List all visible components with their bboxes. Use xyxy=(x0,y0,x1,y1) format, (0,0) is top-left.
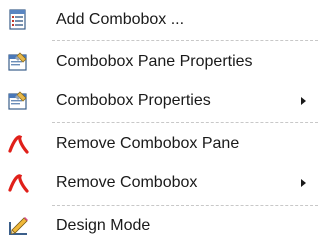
menu-item-label: Design Mode xyxy=(56,217,151,234)
menu-item-combobox-pane-properties[interactable]: Combobox Pane Properties xyxy=(0,45,321,79)
menu-item-remove-combobox[interactable]: Remove Combobox xyxy=(0,166,321,200)
menu-item-combobox-properties[interactable]: Combobox Properties xyxy=(0,84,321,118)
submenu-arrow-icon xyxy=(301,97,306,105)
remove-icon xyxy=(6,171,30,195)
menu-item-remove-combobox-pane[interactable]: Remove Combobox Pane xyxy=(0,127,321,161)
menu-separator xyxy=(52,40,318,41)
menu-item-label: Remove Combobox xyxy=(56,174,198,191)
add-combobox-icon xyxy=(6,8,30,32)
menu-item-label: Remove Combobox Pane xyxy=(56,135,240,152)
properties-icon xyxy=(6,89,30,113)
menu-item-label: Add Combobox ... xyxy=(56,11,185,28)
menu-item-label: Combobox Properties xyxy=(56,92,211,109)
design-mode-icon xyxy=(6,214,30,238)
menu-separator xyxy=(52,122,318,123)
menu-item-add-combobox[interactable]: Add Combobox ... xyxy=(0,3,321,37)
properties-icon xyxy=(6,50,30,74)
menu-separator xyxy=(52,205,318,206)
remove-icon xyxy=(6,132,30,156)
menu-item-design-mode[interactable]: Design Mode xyxy=(0,209,321,243)
submenu-arrow-icon xyxy=(301,179,306,187)
menu-item-label: Combobox Pane Properties xyxy=(56,53,253,70)
context-menu: Add Combobox ... Combobox Pane Propertie… xyxy=(0,0,321,243)
